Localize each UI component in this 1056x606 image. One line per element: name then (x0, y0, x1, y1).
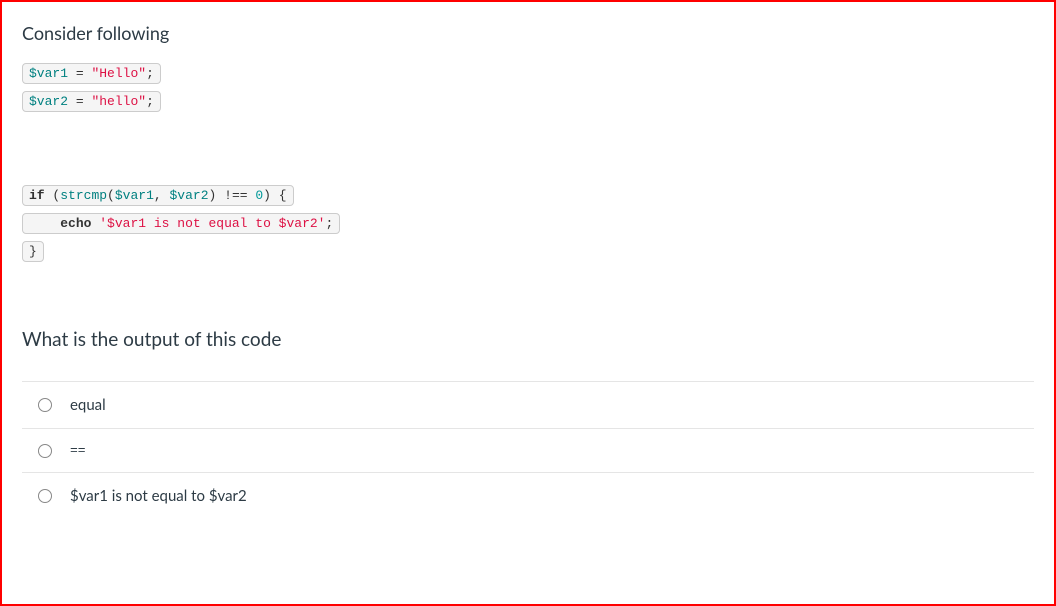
option-label: == (70, 443, 86, 458)
option-label: $var1 is not equal to $var2 (70, 487, 247, 505)
radio-icon[interactable] (38, 444, 52, 458)
radio-icon[interactable] (38, 398, 52, 412)
code-line: $var1 = "Hello"; (22, 63, 161, 84)
code-block-2: if (strcmp($var1, $var2) !== 0) { echo '… (22, 184, 1034, 268)
radio-icon[interactable] (38, 489, 52, 503)
code-block-1: $var1 = "Hello"; $var2 = "hello"; (22, 62, 1034, 118)
code-line: $var2 = "hello"; (22, 91, 161, 112)
option-label: equal (70, 396, 106, 414)
option-row[interactable]: == (22, 428, 1034, 472)
option-row[interactable]: equal (22, 381, 1034, 428)
options-list: equal == $var1 is not equal to $var2 (22, 381, 1034, 519)
code-line: } (22, 241, 44, 262)
code-line: if (strcmp($var1, $var2) !== 0) { (22, 185, 294, 206)
code-line: echo '$var1 is not equal to $var2'; (22, 213, 340, 234)
question-subtext: What is the output of this code (22, 328, 1034, 351)
spacer (22, 124, 1034, 184)
question-prompt: Consider following (22, 22, 1034, 44)
question-container: Consider following $var1 = "Hello"; $var… (0, 0, 1056, 606)
option-row[interactable]: $var1 is not equal to $var2 (22, 472, 1034, 519)
